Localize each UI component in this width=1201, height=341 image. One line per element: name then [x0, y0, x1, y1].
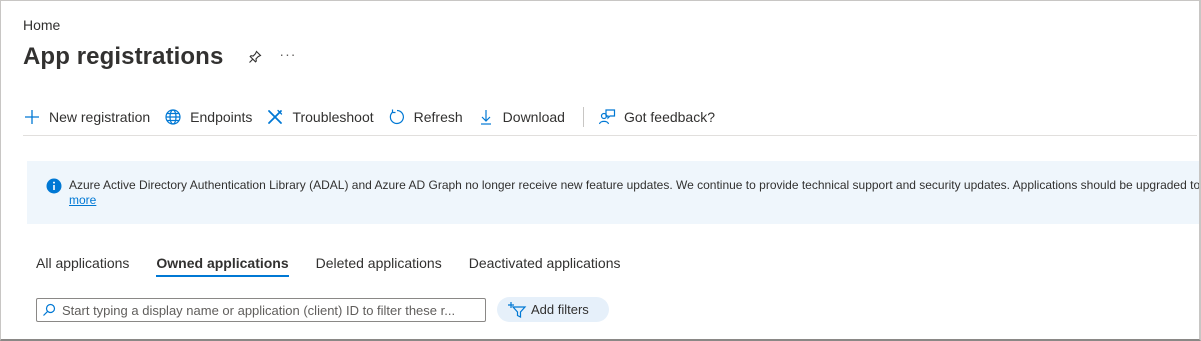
- plus-icon: [25, 110, 39, 124]
- tab-all-applications[interactable]: All applications: [36, 255, 129, 277]
- banner-more-link[interactable]: more: [69, 193, 96, 208]
- troubleshoot-label: Troubleshoot: [292, 109, 374, 125]
- feedback-label: Got feedback?: [623, 109, 715, 125]
- new-registration-label: New registration: [49, 109, 151, 125]
- tab-owned-applications[interactable]: Owned applications: [156, 255, 289, 277]
- page-title: App registrations: [23, 43, 224, 70]
- globe-icon: [165, 109, 181, 125]
- filter-add-icon: [508, 301, 527, 318]
- more-options-icon[interactable]: ···: [279, 46, 296, 62]
- refresh-icon: [389, 109, 404, 125]
- toolbar-divider: [582, 107, 584, 127]
- refresh-label: Refresh: [413, 109, 463, 125]
- breadcrumb: Home: [23, 17, 60, 33]
- breadcrumb-home-link[interactable]: Home: [23, 17, 60, 33]
- endpoints-button[interactable]: Endpoints: [164, 105, 252, 129]
- refresh-button[interactable]: Refresh: [388, 105, 463, 129]
- troubleshoot-button[interactable]: Troubleshoot: [266, 105, 374, 129]
- add-filters-label: Add filters: [531, 302, 589, 317]
- endpoints-label: Endpoints: [190, 109, 253, 125]
- search-box[interactable]: [36, 298, 486, 322]
- tab-deactivated-applications[interactable]: Deactivated applications: [469, 255, 621, 277]
- download-icon: [480, 110, 491, 125]
- command-bar: New registration Endpoints Troubleshoot: [23, 105, 1197, 136]
- info-icon: [46, 178, 62, 194]
- app-frame: Home App registrations ··· New registrat…: [0, 0, 1201, 341]
- app-tabs: All applications Owned applications Dele…: [36, 255, 648, 277]
- new-registration-button[interactable]: New registration: [23, 105, 150, 129]
- tools-icon: [268, 109, 283, 124]
- info-banner: Azure Active Directory Authentication Li…: [27, 161, 1201, 224]
- feedback-icon: [598, 109, 616, 125]
- search-icon: [43, 303, 56, 316]
- download-label: Download: [502, 109, 565, 125]
- banner-message: Azure Active Directory Authentication Li…: [69, 178, 1201, 192]
- title-row: App registrations ···: [23, 43, 296, 71]
- download-button[interactable]: Download: [477, 105, 565, 129]
- pin-icon[interactable]: [247, 49, 263, 65]
- feedback-button[interactable]: Got feedback?: [598, 105, 715, 129]
- add-filters-button[interactable]: Add filters: [497, 297, 609, 322]
- tab-deleted-applications[interactable]: Deleted applications: [316, 255, 442, 277]
- search-input[interactable]: [62, 302, 462, 318]
